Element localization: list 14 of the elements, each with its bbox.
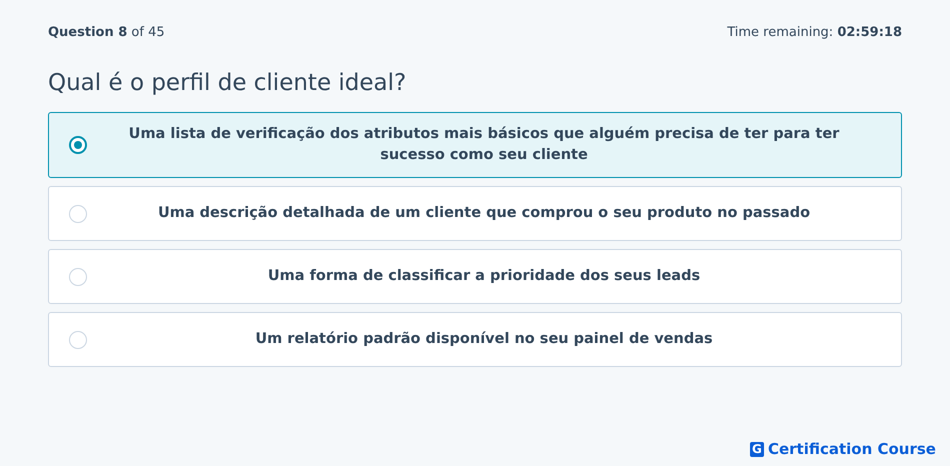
logo-icon: G bbox=[750, 442, 764, 456]
answer-option[interactable]: Uma lista de verificação dos atributos mais básicos que alguém precisa de ter para ter sucesso como seu cliente bbox=[48, 112, 902, 178]
option-label: Um relatório padrão disponível no seu painel de vendas bbox=[254, 330, 714, 349]
question-text: Qual é o perfil de cliente ideal? bbox=[48, 69, 408, 98]
question-counter: Question 8 of 45 bbox=[48, 24, 165, 40]
option-label: Uma lista de verificação dos atributos mais básicos que alguém precisa de ter para ter sucesso como seu cliente bbox=[128, 125, 840, 165]
answer-option[interactable]: Um relatório padrão disponível no seu painel de vendas bbox=[48, 312, 902, 367]
time-remaining: Time remaining: 02:59:18 bbox=[727, 24, 902, 40]
option-label: Uma descrição detalhada de um cliente que comprou o seu produto no passado bbox=[156, 204, 812, 223]
radio-button[interactable] bbox=[69, 136, 87, 154]
option-label: Uma forma de classificar a prioridade dos seus leads bbox=[266, 267, 702, 286]
answer-option[interactable]: Uma forma de classificar a prioridade dos seus leads bbox=[48, 249, 902, 304]
answer-option[interactable]: Uma descrição detalhada de um cliente que comprou o seu produto no passado bbox=[48, 186, 902, 241]
brand-name: Certification Course bbox=[768, 440, 936, 458]
